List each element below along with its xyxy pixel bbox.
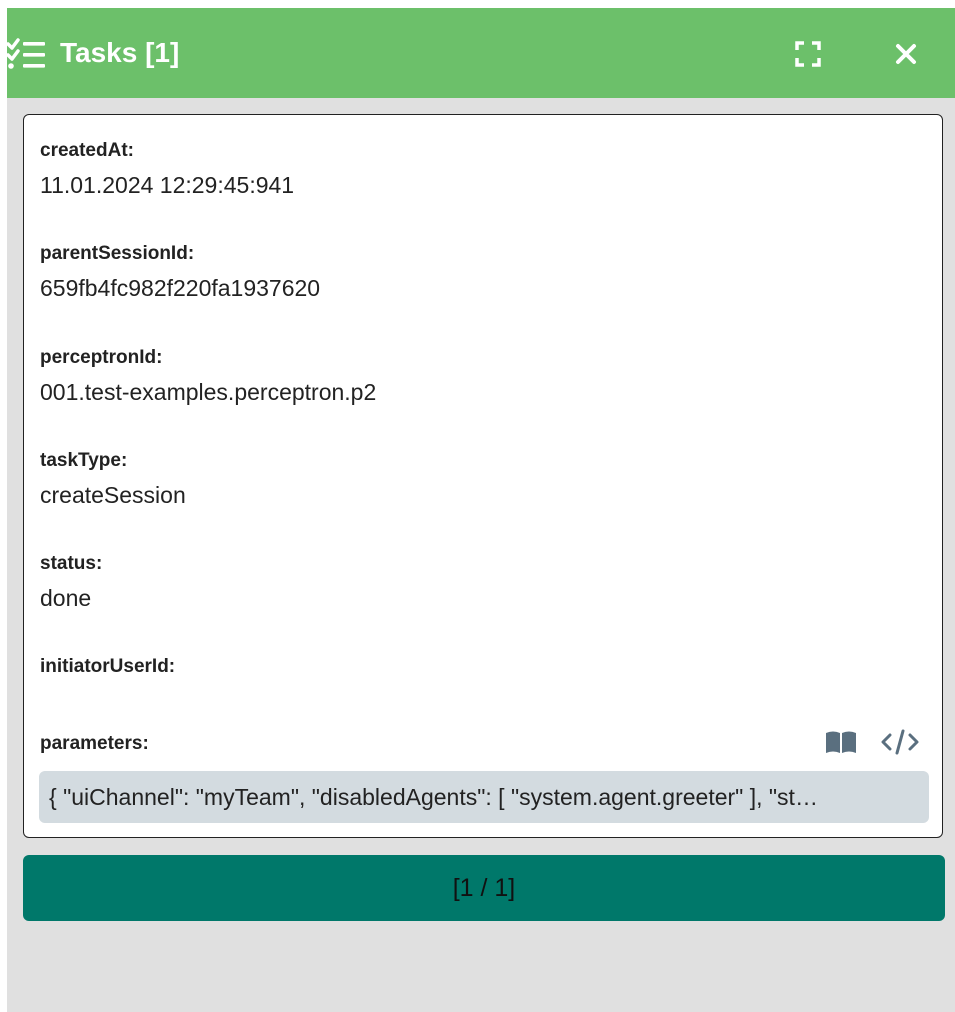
code-icon[interactable]	[880, 727, 920, 757]
window-title: Tasks [1]	[60, 37, 180, 68]
parent-session-id-value: 659fb4fc982f220fa1937620	[40, 275, 321, 301]
parameters-label: parameters:	[40, 733, 149, 754]
task-type-label: taskType:	[40, 450, 128, 471]
created-at-value: 11.01.2024 12:29:45:941	[40, 172, 295, 198]
created-at-label: createdAt:	[40, 140, 134, 161]
perceptron-id-label: perceptronId:	[40, 347, 163, 368]
status-value: done	[40, 585, 92, 611]
checklist-icon	[6, 38, 47, 70]
parent-session-id-label: parentSessionId:	[40, 243, 195, 264]
window-header: Tasks [1]	[6, 8, 955, 98]
fullscreen-icon[interactable]	[794, 40, 822, 68]
initiator-user-id-label: initiatorUserId:	[40, 656, 176, 677]
task-type-value: createSession	[40, 482, 186, 508]
task-card: createdAt: 11.01.2024 12:29:45:941 paren…	[23, 114, 943, 838]
close-icon[interactable]	[891, 39, 921, 69]
parameters-value[interactable]: { "uiChannel": "myTeam", "disabledAgents…	[39, 771, 929, 823]
tasks-window: Tasks [1] createdAt: 11.01.2024 12:29:45…	[6, 8, 955, 1012]
perceptron-id-value: 001.test-examples.perceptron.p2	[40, 379, 377, 405]
pager-button[interactable]: [1 / 1]	[23, 855, 945, 921]
status-label: status:	[40, 553, 103, 574]
book-icon[interactable]	[824, 727, 858, 757]
